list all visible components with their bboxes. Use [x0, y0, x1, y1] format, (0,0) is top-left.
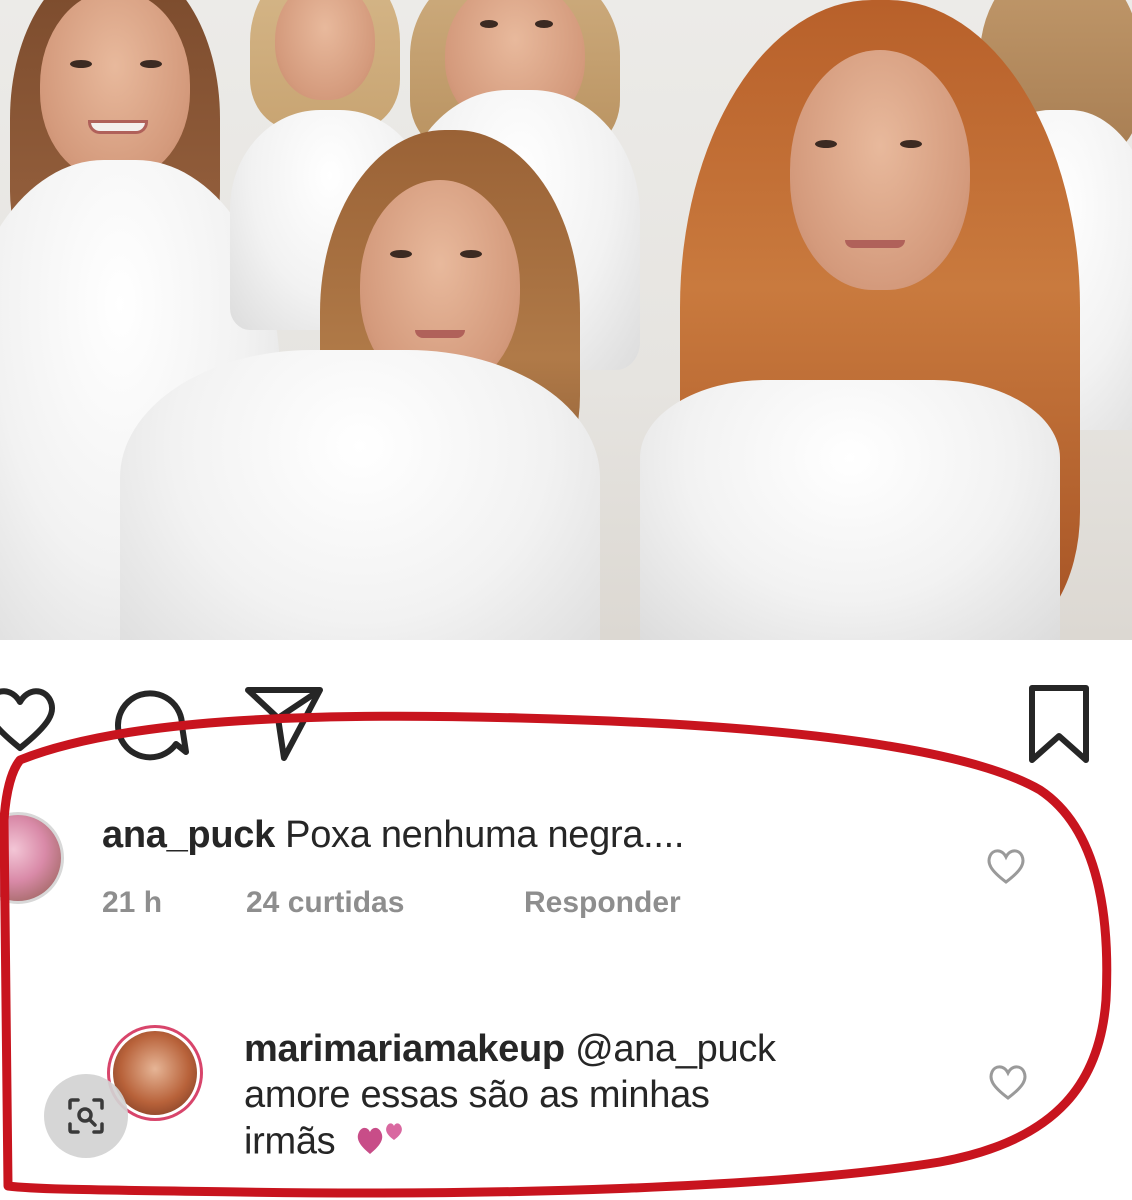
comment-bubble-icon[interactable] [110, 682, 190, 762]
comment-like-heart-icon[interactable] [986, 1062, 1030, 1107]
comment-text: Poxa nenhuma negra.... [285, 814, 685, 856]
comment-ana-puck: ana_puck Poxa nenhuma negra.... 21 h 24 … [0, 800, 1132, 940]
comment-username[interactable]: ana_puck [102, 814, 275, 856]
photo-person-front-center [120, 130, 620, 640]
comment-marimariamakeup: marimariamakeup @ana_puck amore essas sã… [0, 1020, 1132, 1200]
comment-likes[interactable]: 24 curtidas [246, 886, 404, 920]
comment-username[interactable]: marimariamakeup [244, 1028, 565, 1070]
heart-icon[interactable] [0, 684, 60, 754]
paper-plane-icon[interactable] [242, 684, 326, 764]
comment-body: ana_puck Poxa nenhuma negra.... [102, 812, 942, 858]
comment-body: marimariamakeup @ana_puck amore essas sã… [244, 1026, 964, 1169]
comment-time: 21 h [102, 886, 163, 919]
comment-text-line: amore essas são as minhas [244, 1074, 710, 1116]
photo-person-front-right [640, 0, 1120, 640]
comment-mention[interactable]: @ana_puck [575, 1028, 776, 1070]
reply-button[interactable]: Responder [524, 886, 681, 920]
avatar[interactable] [0, 812, 64, 904]
visual-search-icon[interactable] [44, 1074, 128, 1158]
post-action-bar [0, 660, 1132, 770]
comment-text-line: irmãs [244, 1120, 336, 1163]
bookmark-icon[interactable] [1024, 682, 1094, 766]
hearts-emoji-icon [354, 1118, 410, 1169]
post-photo[interactable] [0, 0, 1132, 640]
comment-like-heart-icon[interactable] [984, 846, 1028, 891]
